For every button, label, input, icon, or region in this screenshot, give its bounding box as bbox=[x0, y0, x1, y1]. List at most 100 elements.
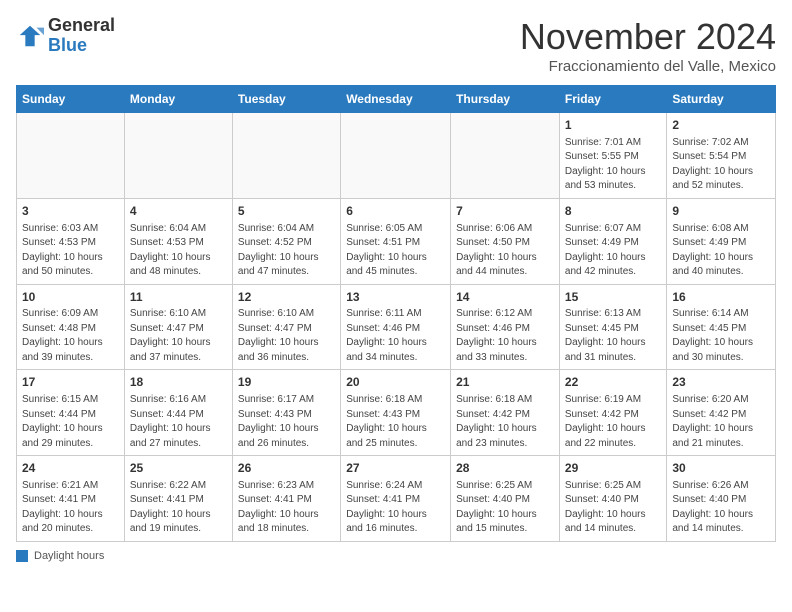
dow-saturday: Saturday bbox=[667, 86, 776, 113]
day-number: 5 bbox=[238, 203, 335, 220]
day-info: Sunrise: 6:13 AM Sunset: 4:45 PM Dayligh… bbox=[565, 307, 661, 365]
day-info: Sunrise: 6:25 AM Sunset: 4:40 PM Dayligh… bbox=[565, 479, 661, 537]
day-number: 4 bbox=[130, 203, 227, 220]
header: General Blue November 2024 Fraccionamien… bbox=[16, 16, 776, 75]
day-number: 29 bbox=[565, 460, 661, 477]
calendar-cell: 8 Sunrise: 6:07 AM Sunset: 4:49 PM Daylig… bbox=[559, 198, 666, 284]
day-info: Sunrise: 6:03 AM Sunset: 4:53 PM Dayligh… bbox=[22, 222, 119, 280]
day-info: Sunrise: 6:09 AM Sunset: 4:48 PM Dayligh… bbox=[22, 307, 119, 365]
day-number: 28 bbox=[456, 460, 554, 477]
day-number: 27 bbox=[346, 460, 445, 477]
location-title: Fraccionamiento del Valle, Mexico bbox=[520, 58, 776, 75]
calendar-cell: 9 Sunrise: 6:08 AM Sunset: 4:49 PM Daylig… bbox=[667, 198, 776, 284]
day-number: 13 bbox=[346, 289, 445, 306]
day-info: Sunrise: 6:22 AM Sunset: 4:41 PM Dayligh… bbox=[130, 479, 227, 537]
day-info: Sunrise: 6:18 AM Sunset: 4:43 PM Dayligh… bbox=[346, 393, 445, 451]
calendar-cell: 2 Sunrise: 7:02 AM Sunset: 5:54 PM Daylig… bbox=[667, 113, 776, 199]
calendar-cell bbox=[451, 113, 560, 199]
calendar-body: 1 Sunrise: 7:01 AM Sunset: 5:55 PM Daylig… bbox=[17, 113, 776, 542]
day-number: 14 bbox=[456, 289, 554, 306]
day-info: Sunrise: 6:24 AM Sunset: 4:41 PM Dayligh… bbox=[346, 479, 445, 537]
day-info: Sunrise: 6:18 AM Sunset: 4:42 PM Dayligh… bbox=[456, 393, 554, 451]
day-number: 20 bbox=[346, 374, 445, 391]
dow-wednesday: Wednesday bbox=[341, 86, 451, 113]
day-info: Sunrise: 7:02 AM Sunset: 5:54 PM Dayligh… bbox=[672, 136, 770, 194]
day-info: Sunrise: 6:08 AM Sunset: 4:49 PM Dayligh… bbox=[672, 222, 770, 280]
calendar-cell: 3Sunrise: 6:03 AM Sunset: 4:53 PM Daylig… bbox=[17, 198, 125, 284]
day-number: 11 bbox=[130, 289, 227, 306]
calendar-cell: 20 Sunrise: 6:18 AM Sunset: 4:43 PM Dayli… bbox=[341, 370, 451, 456]
month-title: November 2024 bbox=[520, 16, 776, 58]
calendar-cell bbox=[232, 113, 340, 199]
day-number: 16 bbox=[672, 289, 770, 306]
day-number: 12 bbox=[238, 289, 335, 306]
calendar-cell bbox=[124, 113, 232, 199]
logo-icon bbox=[16, 22, 44, 50]
day-info: Sunrise: 6:14 AM Sunset: 4:45 PM Dayligh… bbox=[672, 307, 770, 365]
footer-note: Daylight hours bbox=[16, 550, 776, 562]
day-number: 24 bbox=[22, 460, 119, 477]
footer-dot bbox=[16, 550, 28, 562]
calendar-cell: 1 Sunrise: 7:01 AM Sunset: 5:55 PM Daylig… bbox=[559, 113, 666, 199]
calendar-cell: 17 Sunrise: 6:15 AM Sunset: 4:44 PM Dayli… bbox=[17, 370, 125, 456]
calendar-cell bbox=[17, 113, 125, 199]
dow-monday: Monday bbox=[124, 86, 232, 113]
dow-tuesday: Tuesday bbox=[232, 86, 340, 113]
calendar-cell: 24 Sunrise: 6:21 AM Sunset: 4:41 PM Dayli… bbox=[17, 456, 125, 542]
day-info: Sunrise: 6:06 AM Sunset: 4:50 PM Dayligh… bbox=[456, 222, 554, 280]
day-number: 2 bbox=[672, 117, 770, 134]
day-number: 25 bbox=[130, 460, 227, 477]
day-info: Sunrise: 6:17 AM Sunset: 4:43 PM Dayligh… bbox=[238, 393, 335, 451]
day-info: Sunrise: 6:05 AM Sunset: 4:51 PM Dayligh… bbox=[346, 222, 445, 280]
title-area: November 2024 Fraccionamiento del Valle,… bbox=[520, 16, 776, 75]
day-info: Sunrise: 6:19 AM Sunset: 4:42 PM Dayligh… bbox=[565, 393, 661, 451]
day-number: 9 bbox=[672, 203, 770, 220]
day-info: Sunrise: 6:04 AM Sunset: 4:53 PM Dayligh… bbox=[130, 222, 227, 280]
day-info: Sunrise: 6:20 AM Sunset: 4:42 PM Dayligh… bbox=[672, 393, 770, 451]
calendar-cell: 25 Sunrise: 6:22 AM Sunset: 4:41 PM Dayli… bbox=[124, 456, 232, 542]
calendar-cell: 16Sunrise: 6:14 AM Sunset: 4:45 PM Dayli… bbox=[667, 284, 776, 370]
day-number: 6 bbox=[346, 203, 445, 220]
day-info: Sunrise: 7:01 AM Sunset: 5:55 PM Dayligh… bbox=[565, 136, 661, 194]
calendar-cell: 26Sunrise: 6:23 AM Sunset: 4:41 PM Dayli… bbox=[232, 456, 340, 542]
day-number: 15 bbox=[565, 289, 661, 306]
day-info: Sunrise: 6:21 AM Sunset: 4:41 PM Dayligh… bbox=[22, 479, 119, 537]
calendar-cell: 6 Sunrise: 6:05 AM Sunset: 4:51 PM Daylig… bbox=[341, 198, 451, 284]
calendar-table: SundayMondayTuesdayWednesdayThursdayFrid… bbox=[16, 85, 776, 542]
week-row-4: 24 Sunrise: 6:21 AM Sunset: 4:41 PM Dayli… bbox=[17, 456, 776, 542]
logo-blue: Blue bbox=[48, 35, 87, 55]
day-info: Sunrise: 6:15 AM Sunset: 4:44 PM Dayligh… bbox=[22, 393, 119, 451]
calendar-cell: 10Sunrise: 6:09 AM Sunset: 4:48 PM Dayli… bbox=[17, 284, 125, 370]
calendar-cell: 29 Sunrise: 6:25 AM Sunset: 4:40 PM Dayli… bbox=[559, 456, 666, 542]
day-info: Sunrise: 6:11 AM Sunset: 4:46 PM Dayligh… bbox=[346, 307, 445, 365]
day-number: 7 bbox=[456, 203, 554, 220]
day-number: 23 bbox=[672, 374, 770, 391]
day-number: 8 bbox=[565, 203, 661, 220]
week-row-1: 3Sunrise: 6:03 AM Sunset: 4:53 PM Daylig… bbox=[17, 198, 776, 284]
calendar-cell: 27 Sunrise: 6:24 AM Sunset: 4:41 PM Dayli… bbox=[341, 456, 451, 542]
dow-thursday: Thursday bbox=[451, 86, 560, 113]
day-info: Sunrise: 6:16 AM Sunset: 4:44 PM Dayligh… bbox=[130, 393, 227, 451]
day-info: Sunrise: 6:12 AM Sunset: 4:46 PM Dayligh… bbox=[456, 307, 554, 365]
dow-sunday: Sunday bbox=[17, 86, 125, 113]
calendar-cell: 4 Sunrise: 6:04 AM Sunset: 4:53 PM Daylig… bbox=[124, 198, 232, 284]
logo-general: General bbox=[48, 15, 115, 35]
calendar-cell: 19Sunrise: 6:17 AM Sunset: 4:43 PM Dayli… bbox=[232, 370, 340, 456]
calendar-cell bbox=[341, 113, 451, 199]
day-info: Sunrise: 6:26 AM Sunset: 4:40 PM Dayligh… bbox=[672, 479, 770, 537]
day-number: 1 bbox=[565, 117, 661, 134]
calendar-cell: 30Sunrise: 6:26 AM Sunset: 4:40 PM Dayli… bbox=[667, 456, 776, 542]
footer-label: Daylight hours bbox=[34, 550, 104, 562]
calendar-cell: 18 Sunrise: 6:16 AM Sunset: 4:44 PM Dayli… bbox=[124, 370, 232, 456]
calendar-cell: 7 Sunrise: 6:06 AM Sunset: 4:50 PM Daylig… bbox=[451, 198, 560, 284]
day-number: 18 bbox=[130, 374, 227, 391]
calendar-cell: 14Sunrise: 6:12 AM Sunset: 4:46 PM Dayli… bbox=[451, 284, 560, 370]
day-number: 17 bbox=[22, 374, 119, 391]
day-info: Sunrise: 6:07 AM Sunset: 4:49 PM Dayligh… bbox=[565, 222, 661, 280]
calendar-cell: 15Sunrise: 6:13 AM Sunset: 4:45 PM Dayli… bbox=[559, 284, 666, 370]
day-number: 10 bbox=[22, 289, 119, 306]
week-row-0: 1 Sunrise: 7:01 AM Sunset: 5:55 PM Daylig… bbox=[17, 113, 776, 199]
day-number: 26 bbox=[238, 460, 335, 477]
week-row-2: 10Sunrise: 6:09 AM Sunset: 4:48 PM Dayli… bbox=[17, 284, 776, 370]
day-number: 22 bbox=[565, 374, 661, 391]
